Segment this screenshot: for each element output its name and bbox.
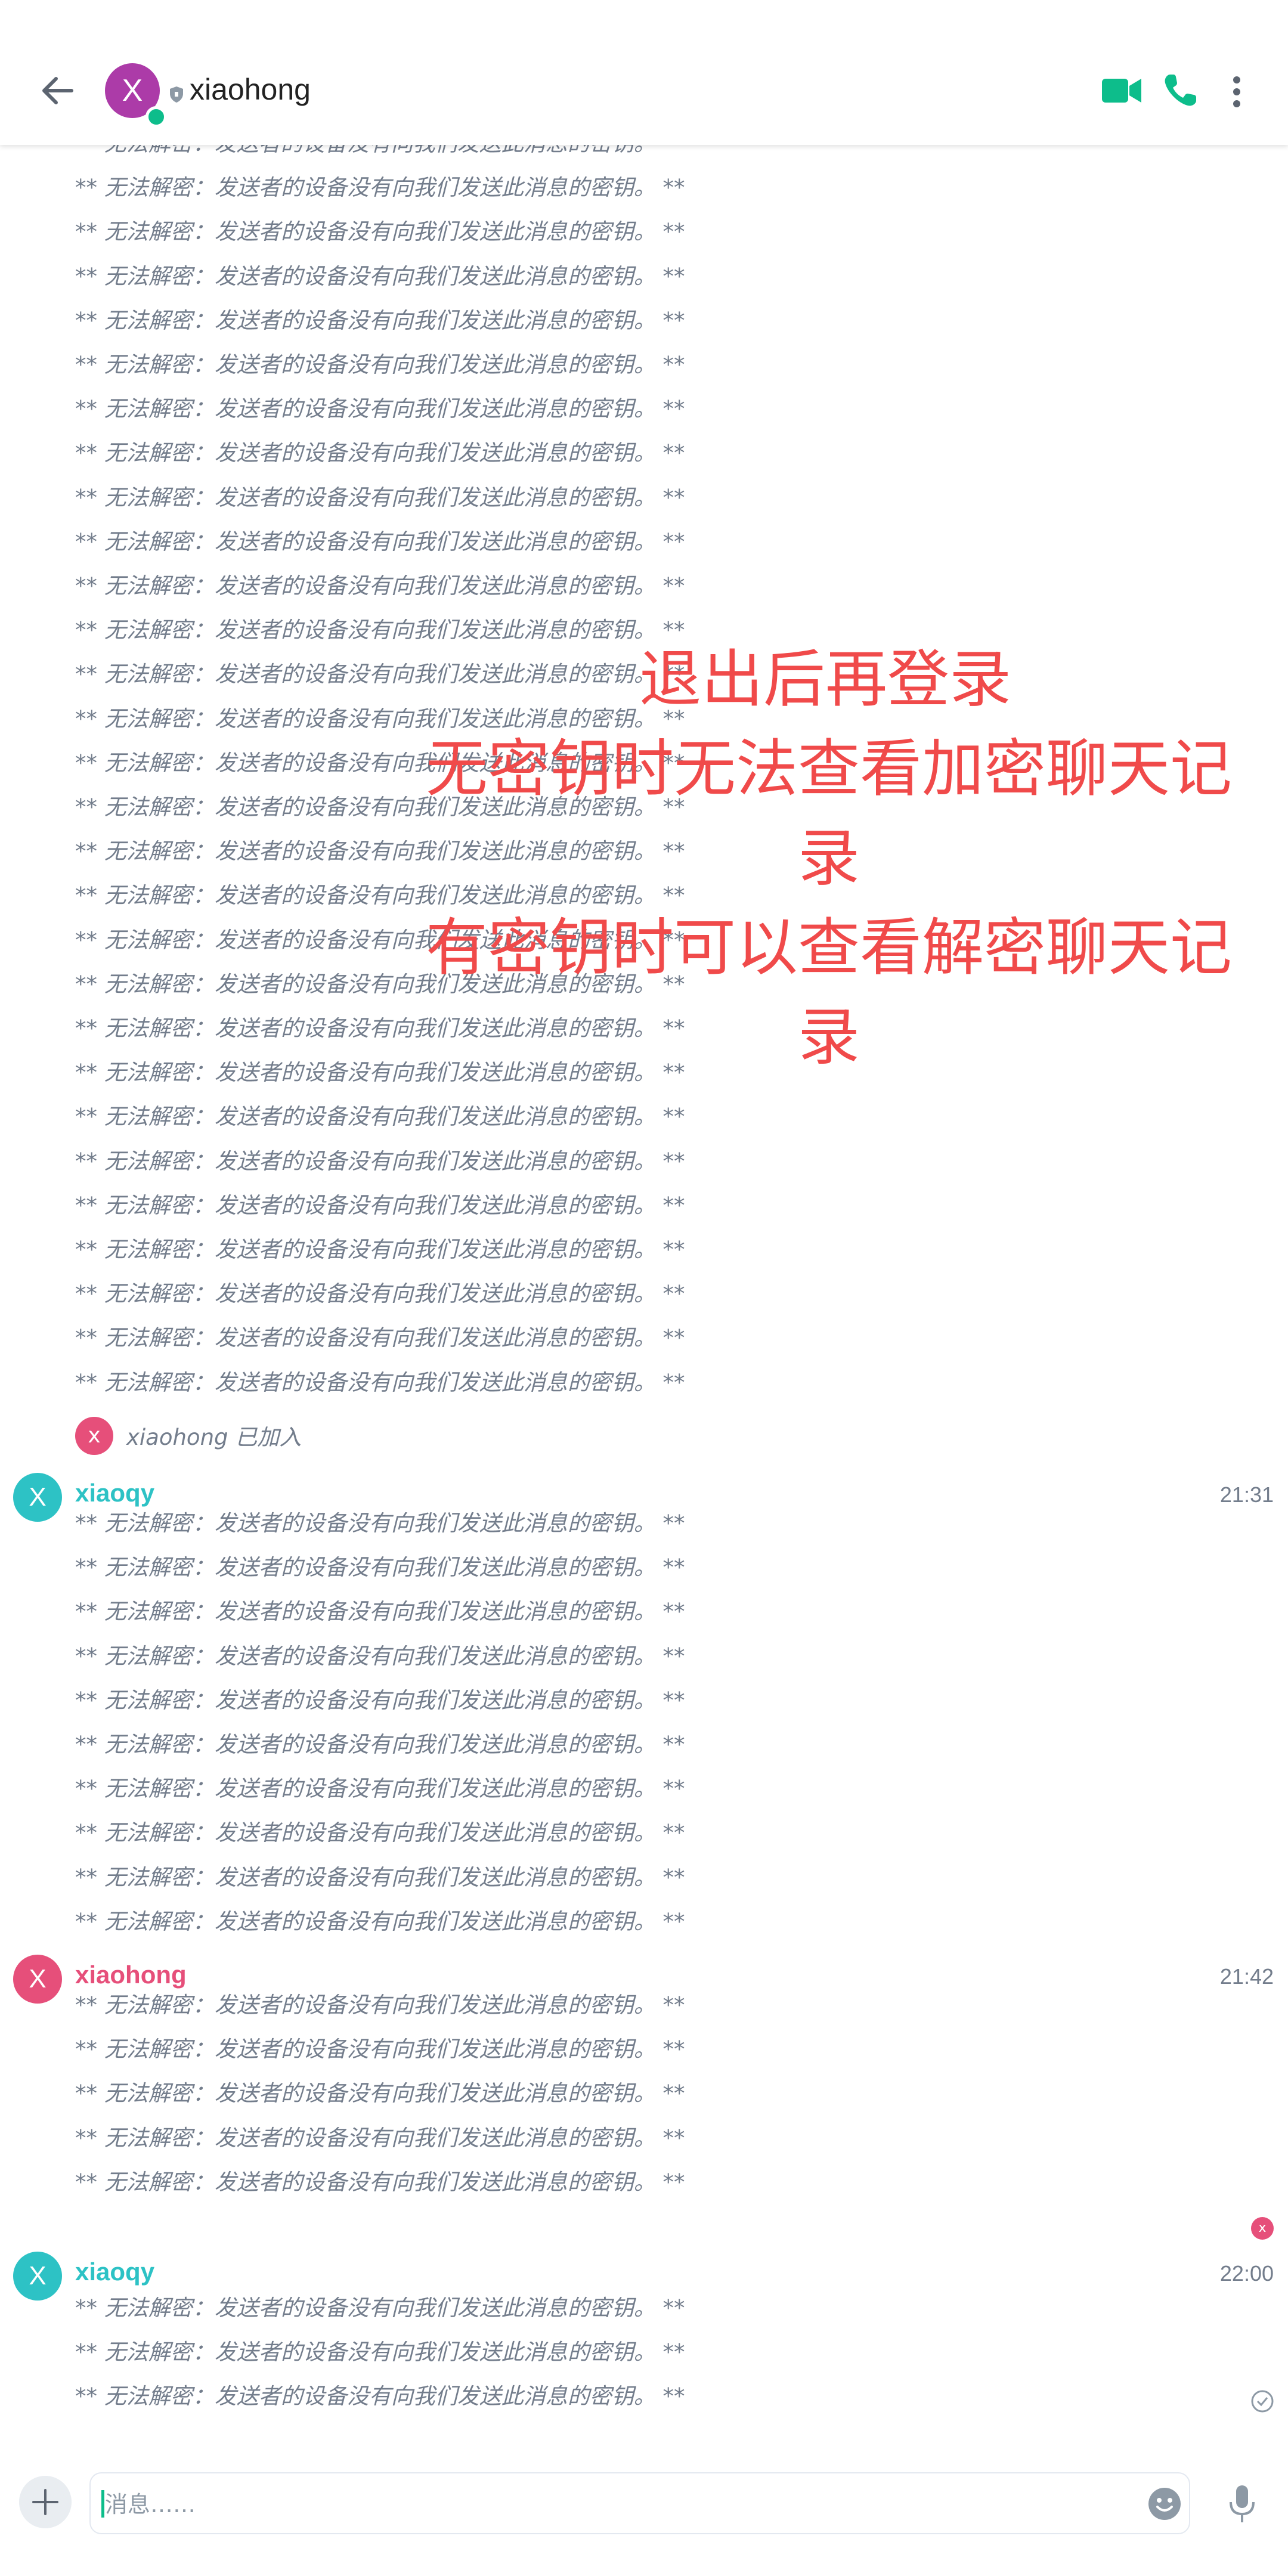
room-name[interactable]: xiaohong xyxy=(190,72,311,107)
room-header: X xiaohong xyxy=(0,0,1288,145)
undecryptable-message[interactable]: ** 无法解密：发送者的设备没有向我们发送此消息的密钥。 ** xyxy=(75,1280,685,1308)
undecryptable-message[interactable]: ** 无法解密：发送者的设备没有向我们发送此消息的密钥。 ** xyxy=(75,2295,685,2322)
undecryptable-message[interactable]: ** 无法解密：发送者的设备没有向我们发送此消息的密钥。 ** xyxy=(75,1864,685,1891)
sent-check-icon xyxy=(1251,2390,1274,2413)
online-presence-icon xyxy=(145,106,167,128)
sender-avatar[interactable]: X xyxy=(13,2252,62,2301)
undecryptable-message[interactable]: ** 无法解密：发送者的设备没有向我们发送此消息的密钥。 ** xyxy=(75,395,685,423)
timeline: ** 无法解密：发送者的设备没有向我们发送此消息的密钥。 ** ** 无法解密：发… xyxy=(0,0,1288,2576)
sender-avatar[interactable]: X xyxy=(13,1955,62,2004)
undecryptable-message[interactable]: ** 无法解密：发送者的设备没有向我们发送此消息的密钥。 ** xyxy=(75,1554,685,1581)
member-event-text: xiaohong 已加入 xyxy=(126,1425,302,1450)
voice-call-icon[interactable] xyxy=(1162,72,1199,109)
undecryptable-message[interactable]: ** 无法解密：发送者的设备没有向我们发送此消息的密钥。 ** xyxy=(75,1643,685,1670)
undecryptable-message[interactable]: ** 无法解密：发送者的设备没有向我们发送此消息的密钥。 ** xyxy=(75,1731,685,1758)
undecryptable-message[interactable]: ** 无法解密：发送者的设备没有向我们发送此消息的密钥。 ** xyxy=(75,1148,685,1175)
undecryptable-message[interactable]: ** 无法解密：发送者的设备没有向我们发送此消息的密钥。 ** xyxy=(75,307,685,335)
undecryptable-message[interactable]: ** 无法解密：发送者的设备没有向我们发送此消息的密钥。 ** xyxy=(75,2125,685,2152)
text-cursor xyxy=(101,2490,104,2518)
undecryptable-message[interactable]: ** 无法解密：发送者的设备没有向我们发送此消息的密钥。 ** xyxy=(75,1510,685,1537)
undecryptable-message[interactable]: ** 无法解密：发送者的设备没有向我们发送此消息的密钥。 ** xyxy=(75,1598,685,1626)
undecryptable-message[interactable]: ** 无法解密：发送者的设备没有向我们发送此消息的密钥。 ** xyxy=(75,218,685,246)
annotation-line: 退出后再登录 xyxy=(639,643,1012,716)
video-call-icon[interactable] xyxy=(1101,75,1143,106)
annotation-line: 无密钥时无法查看加密聊天记 xyxy=(425,732,1232,805)
sender-name[interactable]: xiaoqy xyxy=(75,2258,154,2286)
sender-avatar[interactable]: X xyxy=(13,1473,62,1522)
annotation-line: 有密钥时可以查看解密聊天记 xyxy=(425,911,1232,984)
undecryptable-message[interactable]: ** 无法解密：发送者的设备没有向我们发送此消息的密钥。 ** xyxy=(75,1369,685,1397)
emoji-icon[interactable] xyxy=(1147,2487,1182,2521)
message-timestamp: 21:31 xyxy=(1219,1482,1274,1507)
plus-icon[interactable] xyxy=(19,2476,72,2528)
undecryptable-message[interactable]: ** 无法解密：发送者的设备没有向我们发送此消息的密钥。 ** xyxy=(75,1192,685,1219)
message-input[interactable] xyxy=(105,2488,1119,2521)
undecryptable-message[interactable]: ** 无法解密：发送者的设备没有向我们发送此消息的密钥。 ** xyxy=(75,1908,685,1936)
shield-icon xyxy=(170,86,183,103)
undecryptable-message[interactable]: ** 无法解密：发送者的设备没有向我们发送此消息的密钥。 ** xyxy=(75,439,685,467)
sender-name[interactable]: xiaoqy xyxy=(75,1479,154,1507)
undecryptable-message[interactable]: ** 无法解密：发送者的设备没有向我们发送此消息的密钥。 ** xyxy=(75,351,685,379)
undecryptable-message[interactable]: ** 无法解密：发送者的设备没有向我们发送此消息的密钥。 ** xyxy=(75,1819,685,1847)
member-event-avatar[interactable]: x xyxy=(75,1417,113,1455)
undecryptable-message[interactable]: ** 无法解密：发送者的设备没有向我们发送此消息的密钥。 ** xyxy=(75,528,685,556)
more-options-icon[interactable] xyxy=(1228,74,1245,110)
undecryptable-message[interactable]: ** 无法解密：发送者的设备没有向我们发送此消息的密钥。 ** xyxy=(75,1236,685,1264)
undecryptable-message[interactable]: ** 无法解密：发送者的设备没有向我们发送此消息的密钥。 ** xyxy=(75,2383,685,2410)
undecryptable-message[interactable]: ** 无法解密：发送者的设备没有向我们发送此消息的密钥。 ** xyxy=(75,2169,685,2196)
sender-name[interactable]: xiaohong xyxy=(75,1961,187,1989)
annotation-line: 录 xyxy=(797,1001,860,1073)
undecryptable-message[interactable]: ** 无法解密：发送者的设备没有向我们发送此消息的密钥。 ** xyxy=(75,2080,685,2107)
message-timestamp: 21:42 xyxy=(1219,1964,1274,1989)
microphone-icon[interactable] xyxy=(1227,2483,1257,2525)
undecryptable-message[interactable]: ** 无法解密：发送者的设备没有向我们发送此消息的密钥。 ** xyxy=(75,1775,685,1803)
annotation-line: 录 xyxy=(797,822,860,894)
undecryptable-message[interactable]: ** 无法解密：发送者的设备没有向我们发送此消息的密钥。 ** xyxy=(75,572,685,600)
undecryptable-message[interactable]: ** 无法解密：发送者的设备没有向我们发送此消息的密钥。 ** xyxy=(75,1324,685,1352)
undecryptable-message[interactable]: ** 无法解密：发送者的设备没有向我们发送此消息的密钥。 ** xyxy=(75,2339,685,2366)
undecryptable-message[interactable]: ** 无法解密：发送者的设备没有向我们发送此消息的密钥。 ** xyxy=(75,263,685,290)
undecryptable-message[interactable]: ** 无法解密：发送者的设备没有向我们发送此消息的密钥。 ** xyxy=(75,1687,685,1714)
back-arrow-icon[interactable] xyxy=(35,67,82,114)
undecryptable-message[interactable]: ** 无法解密：发送者的设备没有向我们发送此消息的密钥。 ** xyxy=(75,484,685,512)
undecryptable-message[interactable]: ** 无法解密：发送者的设备没有向我们发送此消息的密钥。 ** xyxy=(75,1992,685,2019)
message-timestamp: 22:00 xyxy=(1219,2261,1274,2286)
read-receipt-avatar[interactable]: x xyxy=(1251,2217,1274,2240)
annotation-overlay: 退出后再登录 无密钥时无法查看加密聊天记 录 有密钥时可以查看解密聊天记 录 xyxy=(417,634,1240,1082)
undecryptable-message[interactable]: ** 无法解密：发送者的设备没有向我们发送此消息的密钥。 ** xyxy=(75,1103,685,1131)
undecryptable-message[interactable]: ** 无法解密：发送者的设备没有向我们发送此消息的密钥。 ** xyxy=(75,2036,685,2063)
undecryptable-message[interactable]: ** 无法解密：发送者的设备没有向我们发送此消息的密钥。 ** xyxy=(75,174,685,202)
